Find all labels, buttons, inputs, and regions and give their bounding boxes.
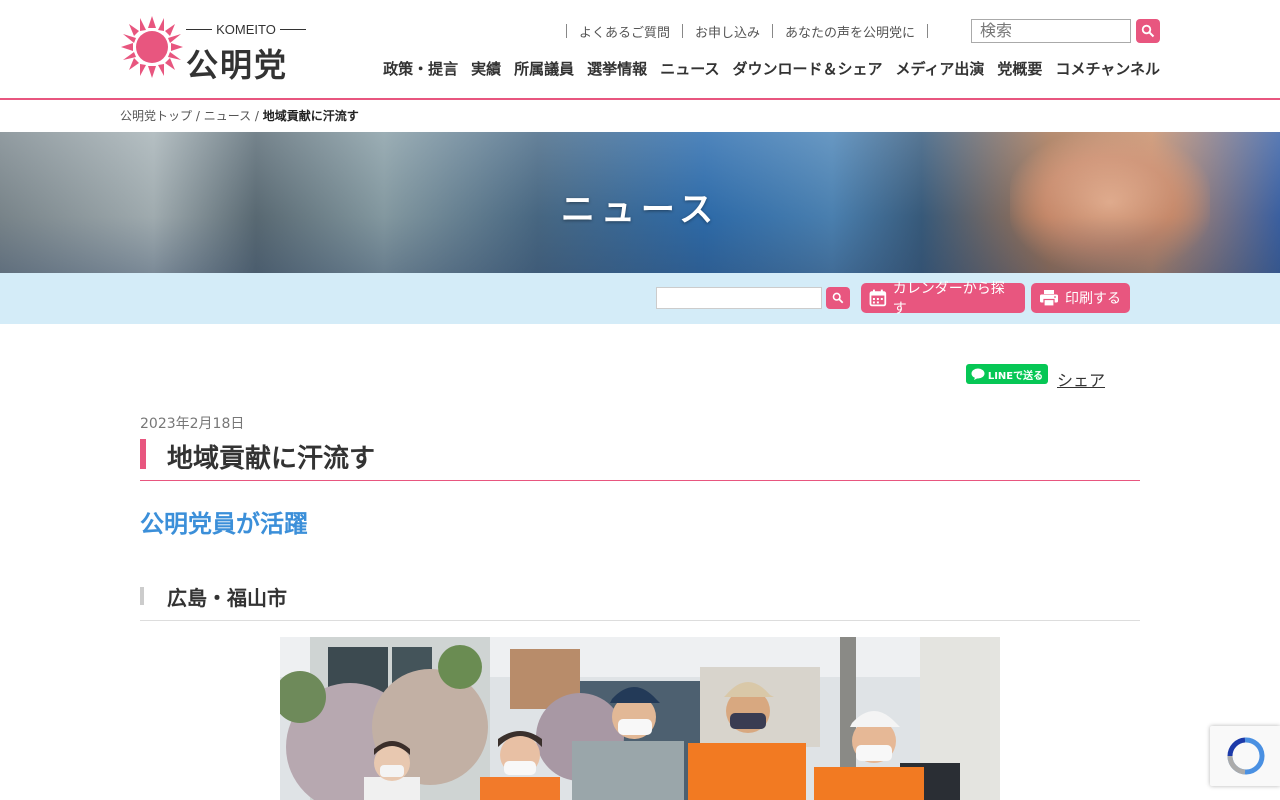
print-button[interactable]: 印刷する [1031, 283, 1130, 313]
article-date: 2023年2月18日 [140, 416, 245, 432]
main-nav: 政策・提言 実績 所属議員 選挙情報 ニュース ダウンロード＆シェア メディア出… [383, 58, 1160, 79]
breadcrumb-news[interactable]: ニュース [204, 109, 251, 123]
share-link[interactable]: シェア [1057, 367, 1105, 391]
news-search-button[interactable] [826, 287, 850, 309]
section-accent-bar [140, 587, 144, 605]
nav-item-about[interactable]: 党概要 [997, 58, 1042, 79]
calendar-search-button[interactable]: カレンダーから探す [861, 281, 1025, 317]
nav-item-download[interactable]: ダウンロード＆シェア [732, 58, 882, 79]
faq-link[interactable]: よくあるご質問 [579, 22, 670, 41]
article-toolbar: カレンダーから探す 印刷する [0, 273, 1280, 324]
printer-icon [1040, 290, 1058, 307]
title-accent-bar [140, 439, 146, 469]
logo-kanji: 公明党 [186, 46, 289, 84]
nav-item-news[interactable]: ニュース [660, 58, 719, 79]
line-share-button[interactable]: LINEで送る [966, 364, 1048, 384]
komeito-logo[interactable]: KOMEITO 公明党 [120, 14, 310, 84]
nav-item-achievements[interactable]: 実績 [471, 58, 501, 79]
sun-logo-icon [121, 16, 183, 78]
voice-link[interactable]: あなたの声を公明党に [785, 22, 915, 41]
hero-banner: ニュース [0, 132, 1280, 273]
section-heading-block: 広島・福山市 [140, 580, 1140, 621]
utility-links: よくあるご質問 お申し込み あなたの声を公明党に [554, 22, 940, 41]
breadcrumb: 公明党トップ / ニュース / 地域貢献に汗流す [120, 109, 359, 123]
apply-link[interactable]: お申し込み [695, 22, 760, 41]
article-photo [280, 637, 1000, 800]
nav-item-members[interactable]: 所属議員 [514, 58, 574, 79]
nav-item-media[interactable]: メディア出演 [895, 58, 984, 79]
hero-title: ニュース [560, 190, 720, 230]
line-share-label: LINEで送る [987, 370, 1044, 382]
nav-item-election[interactable]: 選挙情報 [587, 58, 647, 79]
site-header: KOMEITO 公明党 よくあるご質問 お申し込み あなたの声を公明党に 検索 … [0, 0, 1280, 100]
logo-romaji: KOMEITO [186, 22, 306, 37]
recaptcha-badge[interactable] [1210, 726, 1280, 786]
search-icon [832, 292, 844, 304]
article-subtitle: 公明党員が活躍 [140, 510, 308, 538]
article-title-block: 地域貢献に汗流す [140, 439, 1140, 481]
nav-item-policy[interactable]: 政策・提言 [383, 58, 458, 79]
volunteers-photo [280, 637, 1000, 800]
news-search-input[interactable] [656, 287, 822, 309]
section-heading: 広島・福山市 [167, 586, 287, 610]
line-icon [971, 368, 985, 380]
search-icon [1141, 24, 1155, 38]
calendar-button-label: カレンダーから探す [892, 281, 1005, 317]
nav-item-channel[interactable]: コメチャンネル [1055, 58, 1160, 79]
article-title: 地域貢献に汗流す [167, 444, 376, 474]
header-divider [0, 98, 1280, 100]
calendar-icon [869, 289, 887, 307]
header-search-button[interactable] [1136, 19, 1160, 43]
print-button-label: 印刷する [1065, 291, 1121, 307]
header-search-input[interactable]: 検索 [971, 19, 1131, 43]
breadcrumb-home[interactable]: 公明党トップ [120, 109, 192, 123]
breadcrumb-current: 地域貢献に汗流す [262, 109, 359, 123]
recaptcha-icon [1227, 737, 1265, 775]
